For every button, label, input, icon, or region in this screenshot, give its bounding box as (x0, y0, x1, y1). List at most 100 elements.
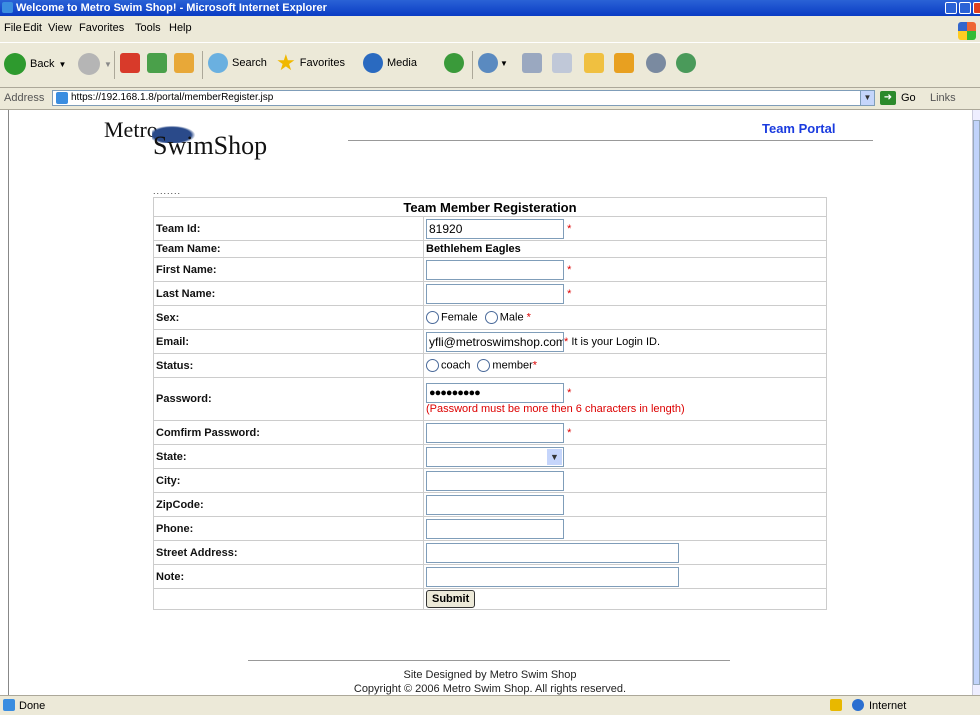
book-icon (614, 53, 634, 73)
form-title: Team Member Registeration (153, 197, 827, 217)
search-icon (208, 53, 228, 73)
lock-icon (830, 699, 842, 711)
email-label: Email: (153, 329, 424, 354)
window-title: Welcome to Metro Swim Shop! - Microsoft … (16, 2, 327, 14)
stop-icon (120, 53, 140, 73)
confirm-password-input[interactable] (426, 422, 564, 443)
messenger-button[interactable] (646, 53, 666, 73)
team-id-label: Team Id: (153, 216, 424, 241)
password-input[interactable]: ●●●●●●●●● (426, 383, 564, 403)
close-icon[interactable] (973, 2, 980, 14)
password-label: Password: (153, 377, 424, 421)
folder-button[interactable] (584, 53, 604, 73)
coach-radio[interactable] (426, 359, 439, 372)
windows-logo-icon (958, 22, 976, 40)
menu-file[interactable]: File (4, 22, 22, 34)
status-bar: Done Internet (0, 695, 980, 715)
menu-favorites[interactable]: Favorites (79, 22, 124, 34)
favorites-button[interactable]: ★ Favorites (276, 52, 345, 74)
forward-dropdown-icon[interactable]: ▼ (104, 60, 112, 69)
zipcode-input[interactable] (426, 494, 564, 515)
last-name-label: Last Name: (153, 281, 424, 306)
street-address-input[interactable] (426, 542, 679, 563)
media-icon (363, 53, 383, 73)
sex-label: Sex: (153, 305, 424, 330)
forward-button[interactable]: ▼ (78, 53, 112, 75)
refresh-button[interactable] (147, 53, 167, 73)
search-button[interactable]: Search (208, 53, 267, 73)
media-button[interactable]: Media (363, 53, 417, 73)
address-dropdown-icon[interactable]: ▼ (860, 91, 874, 105)
scrollbar-thumb[interactable] (973, 120, 980, 685)
note-input[interactable] (426, 566, 679, 587)
minimize-icon[interactable] (945, 2, 957, 14)
status-label: Status: (153, 353, 424, 378)
state-label: State: (153, 444, 424, 469)
menu-view[interactable]: View (48, 22, 72, 34)
page-done-icon (3, 699, 15, 711)
footer-credit: Site Designed by Metro Swim Shop (403, 669, 577, 681)
contacts-button[interactable] (676, 53, 696, 73)
menu-edit[interactable]: Edit (23, 22, 42, 34)
stop-button[interactable] (120, 53, 140, 73)
history-button[interactable] (444, 53, 464, 73)
female-radio[interactable] (426, 311, 439, 324)
email-input[interactable]: yfli@metroswimshop.com (426, 331, 564, 352)
city-label: City: (153, 468, 424, 493)
maximize-icon[interactable] (959, 2, 971, 14)
male-radio[interactable] (484, 311, 498, 324)
chevron-down-icon: ▼ (547, 448, 562, 465)
dots: ........ (153, 186, 182, 196)
email-note: It is your Login ID. (571, 335, 660, 348)
edit-icon (552, 53, 572, 73)
address-input[interactable]: https://192.168.1.8/portal/memberRegiste… (52, 90, 875, 106)
submit-button[interactable]: Submit (426, 590, 476, 608)
team-name-label: Team Name: (153, 240, 424, 258)
menu-tools[interactable]: Tools (135, 22, 161, 34)
contacts-icon (676, 53, 696, 73)
confirm-password-label: Comfirm Password: (153, 420, 424, 445)
empty-cell (153, 588, 424, 610)
team-name-value: Bethlehem Eagles (423, 240, 827, 258)
go-button[interactable]: ➜ Go (880, 91, 916, 105)
footer-copyright: Copyright © 2006 Metro Swim Shop. All ri… (353, 683, 627, 695)
home-button[interactable] (174, 53, 194, 73)
back-dropdown-icon[interactable]: ▼ (58, 60, 66, 69)
print-button[interactable] (522, 53, 542, 73)
phone-input[interactable] (426, 518, 564, 539)
browser-toolbar: Back ▼ ▼ Search ★ Favorites Media ▼ (0, 42, 980, 88)
address-bar: Address https://192.168.1.8/portal/membe… (0, 88, 980, 110)
header-divider (348, 140, 873, 141)
page-icon (56, 92, 68, 104)
edit-button[interactable] (552, 53, 572, 73)
last-name-input[interactable] (426, 283, 564, 304)
globe-icon (852, 699, 864, 711)
note-label: Note: (153, 564, 424, 589)
menu-help[interactable]: Help (169, 22, 192, 34)
team-portal-link[interactable]: Team Portal (762, 121, 835, 136)
state-select[interactable]: ▼ (426, 446, 564, 467)
menu-bar: File Edit View Favorites Tools Help (0, 16, 980, 42)
first-name-input[interactable] (426, 259, 564, 280)
mail-dropdown-icon[interactable]: ▼ (500, 59, 508, 68)
footer-divider (248, 660, 730, 661)
toolbar-separator (472, 51, 473, 79)
history-icon (444, 53, 464, 73)
zipcode-label: ZipCode: (153, 492, 424, 517)
research-button[interactable] (614, 53, 634, 73)
back-button[interactable]: Back ▼ (4, 53, 66, 75)
vertical-scrollbar[interactable] (972, 110, 980, 695)
security-zone: Internet (869, 700, 907, 712)
mail-button[interactable]: ▼ (478, 53, 508, 73)
home-icon (174, 53, 194, 73)
member-radio[interactable] (477, 359, 491, 372)
password-note: (Password must be more then 6 characters… (426, 403, 685, 415)
team-id-input[interactable]: 81920 (426, 218, 564, 239)
address-label: Address (4, 92, 45, 104)
address-url: https://192.168.1.8/portal/memberRegiste… (71, 92, 274, 103)
folder-icon (584, 53, 604, 73)
forward-arrow-icon (78, 53, 100, 75)
links-button[interactable]: Links (930, 92, 956, 104)
city-input[interactable] (426, 470, 564, 491)
back-arrow-icon (4, 53, 26, 75)
